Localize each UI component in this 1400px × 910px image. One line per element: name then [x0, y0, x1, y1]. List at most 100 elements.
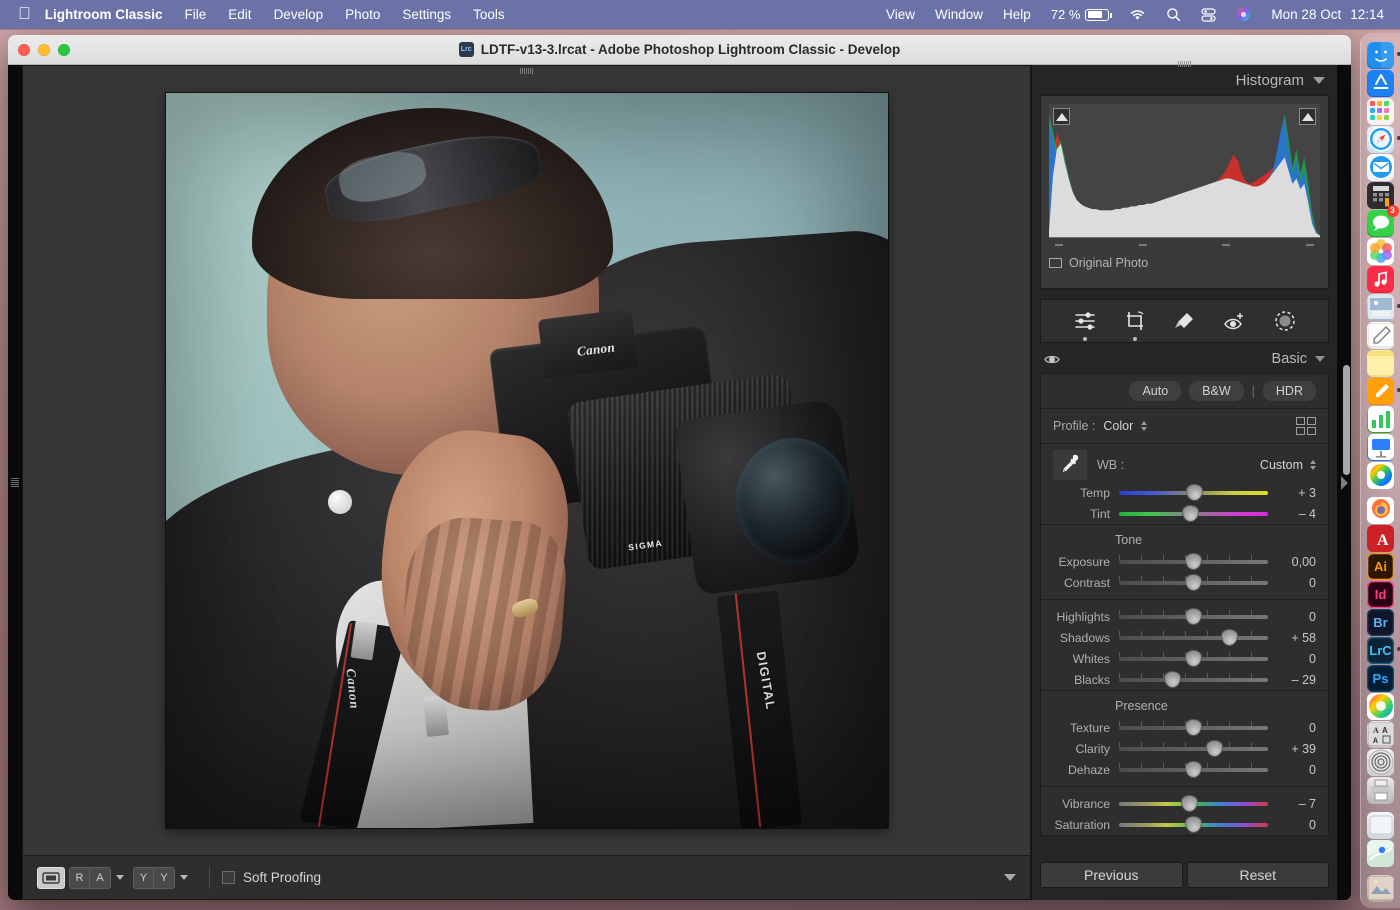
basic-panel-chevron-down-icon[interactable]	[1315, 356, 1325, 362]
basic-panel-header[interactable]: Basic	[1032, 343, 1337, 373]
dock-item-notes[interactable]	[1366, 320, 1396, 350]
loupe-view-button[interactable]	[37, 866, 65, 889]
slider-temp[interactable]: Temp + 3	[1041, 482, 1328, 503]
dock-item-safari[interactable]	[1366, 124, 1400, 154]
slider-knob[interactable]	[1164, 671, 1182, 688]
compare-view-button[interactable]: R A	[69, 866, 111, 889]
slider-track[interactable]	[1119, 740, 1268, 757]
search-icon[interactable]	[1166, 7, 1181, 22]
wifi-icon[interactable]	[1129, 8, 1146, 21]
slider-exposure[interactable]: Exposure 0,00	[1041, 551, 1328, 572]
dock-item-firefox[interactable]	[1366, 495, 1396, 525]
dock-item-preview[interactable]	[1366, 292, 1400, 322]
dock-item-messages[interactable]: 3	[1366, 205, 1399, 238]
slider-vibrance[interactable]: Vibrance – 7	[1041, 793, 1328, 814]
masking-tool[interactable]	[1273, 310, 1297, 332]
slider-track[interactable]	[1119, 574, 1268, 591]
slider-value[interactable]: + 58	[1268, 631, 1316, 645]
dock-item-creative-cloud[interactable]	[1366, 691, 1396, 721]
slider-shadows[interactable]: Shadows + 58	[1041, 627, 1328, 648]
slider-knob[interactable]	[1185, 761, 1202, 778]
right-panel-expand-arrow-icon[interactable]	[1341, 475, 1348, 490]
slider-value[interactable]: – 4	[1268, 507, 1316, 521]
shadow-clipping-indicator[interactable]	[1053, 108, 1070, 125]
before-after-button[interactable]: Y Y	[133, 866, 175, 889]
dock-item-bridge[interactable]: Br	[1366, 607, 1396, 637]
dock-item-printer[interactable]	[1366, 775, 1396, 805]
slider-blacks[interactable]: Blacks – 29	[1041, 669, 1328, 690]
apple-logo-icon[interactable]: 	[18, 5, 31, 22]
menu-clock[interactable]: Mon 28 Oct 12:14	[1271, 7, 1384, 22]
dock-item-mail[interactable]	[1366, 152, 1396, 182]
auto-button[interactable]: Auto	[1129, 381, 1182, 401]
slider-track[interactable]	[1119, 816, 1268, 833]
slider-knob[interactable]	[1185, 553, 1202, 570]
menu-help[interactable]: Help	[1003, 7, 1031, 22]
histogram-plot[interactable]	[1049, 104, 1320, 238]
dock-item-launchpad[interactable]	[1366, 96, 1396, 126]
left-panel-handle-icon[interactable]	[11, 477, 19, 488]
slider-track[interactable]	[1119, 629, 1268, 646]
dock-item-illustrator[interactable]: Ai	[1366, 551, 1396, 581]
bw-button[interactable]: B&W	[1189, 381, 1244, 401]
panel-resize-handle-icon[interactable]	[1177, 61, 1192, 67]
close-button[interactable]	[18, 43, 30, 56]
original-photo-toggle[interactable]: Original Photo	[1049, 256, 1320, 270]
soft-proofing-checkbox[interactable]	[222, 871, 235, 884]
dock-item-downloads-folder[interactable]	[1366, 810, 1396, 840]
right-panel-scrollbar[interactable]	[1343, 365, 1350, 475]
slider-value[interactable]: 0	[1268, 763, 1316, 777]
slider-texture[interactable]: Texture 0	[1041, 717, 1328, 738]
top-panel-handle-icon[interactable]	[519, 68, 534, 74]
slider-knob[interactable]	[1186, 484, 1204, 501]
photo-frame[interactable]: Canon DIGITAL Canon SIGMA	[165, 93, 888, 828]
slider-dehaze[interactable]: Dehaze 0	[1041, 759, 1328, 780]
slider-knob[interactable]	[1185, 719, 1202, 736]
soft-proofing-label[interactable]: Soft Proofing	[243, 870, 321, 885]
slider-contrast[interactable]: Contrast 0	[1041, 572, 1328, 593]
menu-tools[interactable]: Tools	[473, 7, 505, 22]
slider-knob[interactable]	[1185, 816, 1202, 833]
dock-item-music[interactable]	[1366, 264, 1396, 294]
slider-value[interactable]: 0	[1268, 818, 1316, 832]
control-center-icon[interactable]	[1201, 7, 1217, 22]
edit-tool[interactable]	[1073, 310, 1097, 341]
menu-develop[interactable]: Develop	[274, 7, 324, 22]
dock-item-app-store[interactable]	[1366, 68, 1396, 98]
profile-stepper-icon[interactable]	[1141, 421, 1148, 431]
hdr-button[interactable]: HDR	[1262, 381, 1316, 401]
dock-item-colorsync[interactable]	[1366, 460, 1396, 490]
dock-item-acrobat[interactable]: A	[1366, 523, 1396, 553]
slider-knob[interactable]	[1185, 574, 1202, 591]
slider-value[interactable]: + 39	[1268, 742, 1316, 756]
slider-track[interactable]	[1119, 553, 1268, 570]
previous-button[interactable]: Previous	[1040, 862, 1183, 888]
minimize-button[interactable]	[38, 43, 50, 56]
dock-item-finder[interactable]	[1366, 40, 1400, 70]
slider-tint[interactable]: Tint – 4	[1041, 503, 1328, 524]
dock-item-dictation[interactable]	[1366, 747, 1396, 777]
dock-item-pages[interactable]	[1366, 376, 1400, 406]
slider-knob[interactable]	[1182, 505, 1200, 522]
maximize-button[interactable]	[58, 43, 70, 56]
slider-track[interactable]	[1119, 484, 1268, 501]
profile-value[interactable]: Color	[1103, 419, 1133, 433]
menu-window[interactable]: Window	[935, 7, 983, 22]
redeye-tool[interactable]	[1223, 310, 1247, 332]
slider-whites[interactable]: Whites 0	[1041, 648, 1328, 669]
slider-value[interactable]: 0	[1268, 721, 1316, 735]
profile-browser-grid-icon[interactable]	[1296, 417, 1316, 435]
reset-button[interactable]: Reset	[1186, 862, 1329, 888]
original-photo-checkbox-icon[interactable]	[1049, 257, 1062, 268]
photo-area[interactable]: Canon DIGITAL Canon SIGMA	[23, 66, 1030, 855]
siri-icon[interactable]	[1236, 7, 1251, 22]
menu-edit[interactable]: Edit	[228, 7, 251, 22]
before-after-chevron-down-icon[interactable]	[180, 875, 188, 880]
slider-knob[interactable]	[1185, 608, 1202, 625]
slider-knob[interactable]	[1185, 650, 1202, 667]
dock-item-indesign[interactable]: Id	[1366, 579, 1396, 609]
white-balance-stepper-icon[interactable]	[1310, 460, 1316, 470]
dock-item-font-book[interactable]: AAA	[1366, 719, 1396, 749]
slider-track[interactable]	[1119, 608, 1268, 625]
menu-photo[interactable]: Photo	[345, 7, 380, 22]
